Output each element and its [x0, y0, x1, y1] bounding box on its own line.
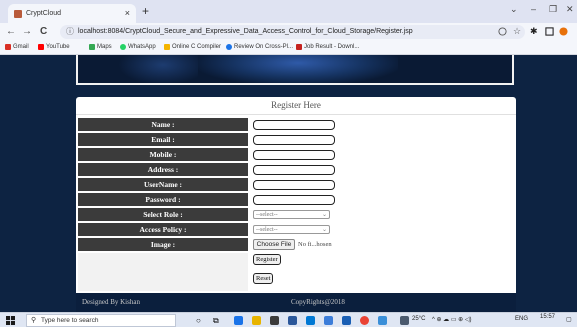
register-button[interactable]: Register — [253, 254, 281, 265]
favicon-icon — [14, 9, 22, 18]
url-text: localhost:8084/CryptCloud_Secure_and_Exp… — [78, 28, 413, 35]
password-label: Password : — [78, 193, 248, 206]
username-input[interactable] — [253, 180, 335, 190]
image-label: Image : — [78, 238, 248, 251]
bookmark-online-c-compiler[interactable]: Online C Compiler — [164, 44, 221, 50]
clock[interactable]: 15:57 — [540, 314, 555, 320]
page-content: Register Here Name : Email : Mobile : Ad… — [0, 55, 577, 312]
header-banner-image — [76, 55, 514, 85]
share-icon[interactable] — [498, 27, 507, 36]
footer: Designed By Kishan CopyRights@2018 — [76, 293, 516, 312]
choose-file-button[interactable]: Choose File — [253, 239, 295, 250]
windows-start-icon[interactable] — [6, 316, 15, 325]
app-icon-1[interactable] — [288, 316, 297, 325]
divider — [76, 114, 516, 115]
address-label: Address : — [78, 163, 248, 176]
bookmark-star-icon[interactable]: ☆ — [513, 27, 522, 36]
name-input[interactable] — [253, 120, 335, 130]
email-input[interactable] — [253, 135, 335, 145]
whatsapp-icon — [120, 44, 126, 50]
reset-button[interactable]: Reset — [253, 273, 274, 284]
address-input[interactable] — [253, 165, 335, 175]
minimize-button[interactable]: – — [531, 4, 536, 14]
app-icon-3[interactable] — [324, 316, 333, 325]
task-view-icon[interactable]: ⧉ — [213, 316, 222, 325]
search-icon: ⚲ — [31, 317, 37, 324]
address-bar-row: ← → C ⓘ localhost:8084/CryptCloud_Secure… — [0, 23, 577, 41]
bookmarks-bar: Gmail YouTube Maps WhatsApp Online C Com… — [0, 41, 577, 55]
email-label: Email : — [78, 133, 248, 146]
access-policy-dropdown[interactable]: --select-- ⌄ — [253, 225, 330, 234]
system-tray-icons[interactable]: ^ ⊕ ☁ ▭ ⊕ ◁) — [432, 316, 472, 323]
back-button[interactable]: ← — [6, 26, 16, 37]
app-icon-5[interactable] — [378, 316, 387, 325]
taskbar-search-input[interactable]: ⚲ Type here to search — [26, 314, 176, 327]
select-role-label: Select Role : — [78, 208, 248, 221]
notification-icon[interactable]: ▢ — [566, 316, 572, 323]
site-info-icon[interactable]: ⓘ — [66, 25, 74, 39]
maps-icon — [89, 44, 95, 50]
chrome-icon[interactable] — [360, 316, 369, 325]
register-panel: Register Here Name : Email : Mobile : Ad… — [76, 97, 516, 310]
forward-button[interactable]: → — [22, 26, 32, 37]
app-icon-2[interactable] — [306, 316, 315, 325]
cortana-icon[interactable]: ○ — [196, 316, 205, 325]
footer-copyright: CopyRights@2018 — [291, 298, 345, 306]
chevron-down-icon[interactable]: ⌄ — [510, 4, 518, 15]
taskbar: ⚲ Type here to search ○ ⧉ 25°C ^ ⊕ ☁ ▭ ⊕… — [0, 312, 577, 327]
username-label: UserName : — [78, 178, 248, 191]
mobile-label: Mobile : — [78, 148, 248, 161]
name-label: Name : — [78, 118, 248, 131]
tab-close-icon[interactable]: × — [125, 8, 130, 18]
bookmark-job-result[interactable]: Job Result - Downl... — [296, 44, 359, 50]
profile-icon[interactable] — [559, 27, 568, 36]
button-row-spacer — [78, 253, 248, 291]
restore-button[interactable]: ❐ — [549, 4, 557, 15]
browser-tabstrip: CryptCloud × + ⌄ – ❐ ✕ — [0, 0, 577, 23]
compiler-icon — [164, 44, 170, 50]
edge-icon[interactable] — [234, 316, 243, 325]
sidebar-icon[interactable] — [545, 27, 554, 36]
weather-text: 25°C — [412, 316, 426, 322]
review-icon — [226, 44, 232, 50]
tab-title: CryptCloud — [26, 10, 62, 17]
mobile-input[interactable] — [253, 150, 335, 160]
bookmark-youtube[interactable]: YouTube — [38, 44, 70, 50]
new-tab-button[interactable]: + — [142, 4, 149, 18]
chevron-down-icon: ⌄ — [321, 227, 327, 233]
bookmark-maps[interactable]: Maps — [89, 44, 112, 50]
file-name-text: No fi...hosen — [298, 241, 332, 248]
app-icon-4[interactable] — [342, 316, 351, 325]
access-policy-label: Access Policy : — [78, 223, 248, 236]
extensions-icon[interactable]: ✱ — [530, 27, 539, 36]
bookmark-gmail[interactable]: Gmail — [5, 44, 29, 50]
weather-icon[interactable] — [400, 316, 409, 325]
youtube-icon — [38, 44, 44, 50]
job-result-icon — [296, 44, 302, 50]
chevron-down-icon: ⌄ — [321, 212, 327, 218]
bookmark-whatsapp[interactable]: WhatsApp — [120, 44, 156, 50]
url-input[interactable]: ⓘ localhost:8084/CryptCloud_Secure_and_E… — [60, 25, 525, 39]
store-icon[interactable] — [270, 316, 279, 325]
gmail-icon — [5, 44, 11, 50]
file-explorer-icon[interactable] — [252, 316, 261, 325]
footer-designer: Designed By Kishan — [82, 298, 140, 306]
password-input[interactable] — [253, 195, 335, 205]
bookmark-review[interactable]: Review On Cross-Pl... — [226, 44, 293, 50]
language-indicator[interactable]: ENG — [515, 316, 528, 322]
reload-button[interactable]: C — [40, 26, 47, 37]
form-title: Register Here — [271, 100, 321, 110]
select-role-dropdown[interactable]: --select-- ⌄ — [253, 210, 330, 219]
window-close-button[interactable]: ✕ — [566, 4, 574, 15]
browser-tab[interactable]: CryptCloud × — [8, 4, 136, 23]
